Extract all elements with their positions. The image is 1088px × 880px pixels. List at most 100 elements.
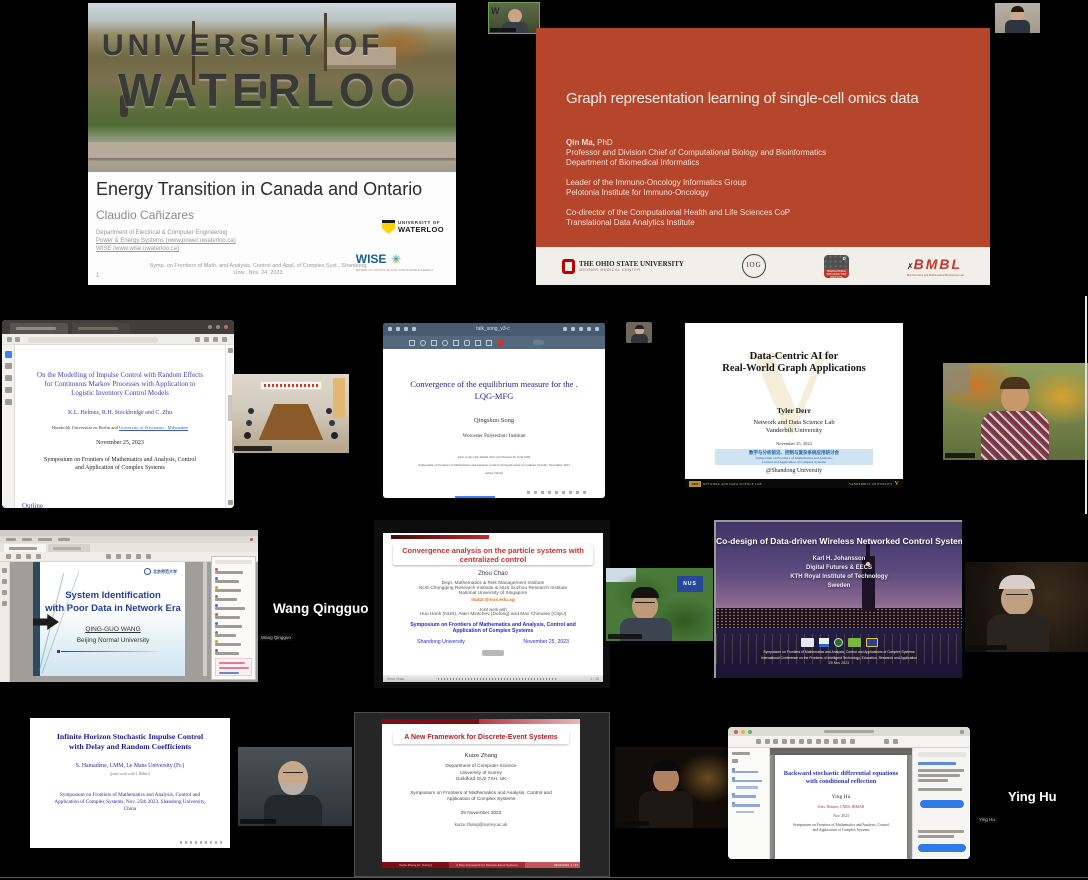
toolbar-icon[interactable] (773, 739, 778, 744)
panel-item[interactable] (215, 613, 245, 619)
highlight-icon[interactable] (5, 399, 12, 405)
panel-search-bar[interactable] (215, 560, 252, 564)
webcam-conference-room[interactable] (232, 374, 349, 453)
grid-icon[interactable] (396, 327, 400, 331)
toolbar-icon[interactable] (833, 739, 838, 744)
panel-item[interactable] (215, 586, 245, 592)
webcam-canizares[interactable]: W (488, 2, 540, 34)
outline-item[interactable] (732, 786, 762, 789)
share-icon[interactable] (412, 327, 416, 331)
strip-icon[interactable] (2, 568, 7, 573)
panel-item[interactable] (215, 631, 245, 637)
bookmark-icon[interactable] (579, 327, 583, 331)
toolbar-icon[interactable] (106, 554, 111, 559)
strip-icon[interactable] (2, 579, 7, 584)
outline-item[interactable] (732, 768, 762, 773)
download-icon[interactable] (204, 337, 209, 342)
webcam-derr[interactable] (943, 363, 1088, 460)
secondary-action-button[interactable] (918, 844, 966, 852)
page-toolbar-dots[interactable] (527, 491, 587, 494)
panel-promo-card[interactable] (215, 658, 252, 676)
menu-item[interactable] (38, 538, 52, 541)
redo-icon[interactable] (571, 327, 575, 331)
affil-link[interactable]: University of Wisconsin - Milwaukee (119, 425, 188, 430)
webcam-johansson[interactable] (965, 562, 1088, 652)
toolbar-icon[interactable] (36, 554, 41, 559)
window-controls[interactable] (224, 325, 228, 329)
toolbar-icon[interactable] (16, 554, 21, 559)
toolbar-icon[interactable] (824, 739, 829, 744)
eraser-tool-icon[interactable] (453, 340, 459, 346)
outline-item[interactable] (732, 793, 762, 798)
toolbar-icon[interactable] (799, 739, 804, 744)
strip-icon[interactable] (2, 601, 7, 606)
pen-tool-icon[interactable] (420, 340, 426, 346)
toolbar-icon[interactable] (6, 554, 11, 559)
account-icon[interactable] (960, 730, 964, 734)
back-icon[interactable] (7, 337, 12, 342)
annotate-icon[interactable] (5, 375, 12, 381)
forward-icon[interactable] (15, 337, 20, 342)
highlighter-tool-icon[interactable] (442, 340, 448, 346)
panel-item[interactable] (215, 649, 245, 655)
outline-item[interactable] (732, 777, 762, 782)
webcam-zhou[interactable]: NUS (606, 568, 713, 641)
toolbar-icon[interactable] (816, 739, 821, 744)
shape-tool-icon[interactable] (464, 340, 470, 346)
url-bar[interactable] (28, 337, 158, 343)
more-icon[interactable] (595, 327, 599, 331)
toolbar-icon[interactable] (136, 554, 141, 559)
panel-link-bar[interactable] (918, 762, 956, 765)
menu-item[interactable] (22, 538, 32, 541)
scroll-down-icon[interactable] (228, 500, 233, 505)
scroll-indicator[interactable] (455, 496, 495, 498)
toolbar-icon[interactable] (26, 554, 31, 559)
outline-item[interactable] (732, 811, 762, 814)
outline-item[interactable] (732, 802, 762, 807)
slide-group-link[interactable]: Power & Energy Systems (www.power.uwater… (96, 238, 236, 244)
close-button[interactable] (734, 730, 738, 734)
canvas-scrollbar[interactable] (203, 562, 207, 676)
menu-item[interactable] (6, 538, 16, 541)
toolbar-icon[interactable] (146, 554, 151, 559)
panel-item[interactable] (215, 604, 245, 610)
sidebar-toggle-icon[interactable] (732, 759, 738, 763)
panel-item[interactable] (215, 568, 245, 574)
panel-item[interactable] (215, 595, 245, 601)
slide-wise-link[interactable]: WISE (www.wise.uwaterloo.ca) (96, 246, 179, 252)
toolbar-icon[interactable] (850, 739, 855, 744)
strip-icon[interactable] (2, 590, 7, 595)
print-icon[interactable] (213, 337, 218, 342)
select-tool-icon[interactable] (409, 340, 415, 346)
close-icon[interactable] (587, 327, 591, 331)
webcam-qinma[interactable] (995, 3, 1040, 33)
beamer-nav-icons[interactable] (180, 841, 224, 844)
toolbar-icon[interactable] (807, 739, 812, 744)
toolbar-icon[interactable] (841, 739, 846, 744)
panel-item[interactable] (215, 577, 245, 583)
active-pen-icon[interactable] (497, 339, 504, 346)
slide-email[interactable]: kuize.zhang@surrey.ac.uk (382, 822, 580, 827)
toolbar-icon[interactable] (765, 739, 770, 744)
zoom-icon[interactable] (195, 337, 200, 342)
email-link[interactable]: matzc@nus.edu.sg (383, 598, 603, 603)
navigation-dots[interactable] (438, 678, 556, 680)
window-controls[interactable] (216, 325, 220, 329)
primary-action-button[interactable] (920, 800, 964, 808)
search-icon[interactable] (404, 327, 408, 331)
maximize-button[interactable] (748, 730, 752, 734)
webcam-song[interactable] (626, 322, 652, 343)
panel-item[interactable] (215, 622, 245, 628)
more-icon[interactable] (222, 337, 227, 342)
toolbar-icon[interactable] (756, 739, 761, 744)
toolbar-icon[interactable] (893, 739, 898, 744)
outline-icon[interactable] (5, 363, 12, 369)
thumbnail-icon[interactable] (5, 351, 12, 358)
search-icon[interactable] (5, 387, 12, 393)
toolbar-icon[interactable] (884, 739, 889, 744)
panel-search-field[interactable] (918, 752, 966, 757)
window-titlebar[interactable] (728, 727, 970, 736)
window-titlebar[interactable] (2, 320, 234, 334)
scroll-up-icon[interactable] (228, 348, 233, 353)
back-icon[interactable] (388, 327, 392, 331)
